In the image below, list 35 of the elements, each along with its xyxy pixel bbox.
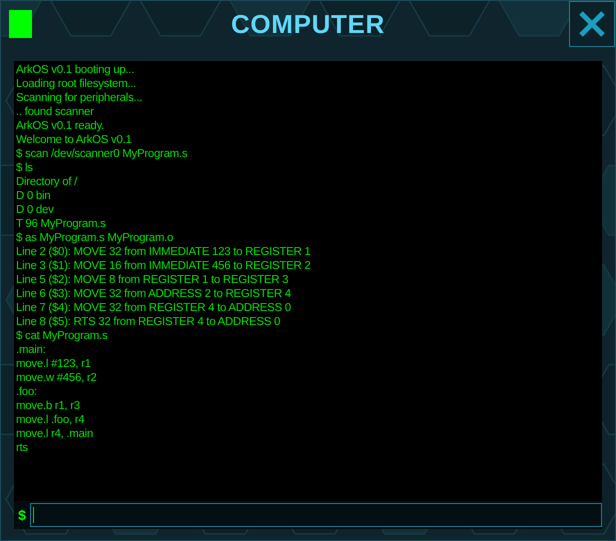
terminal-line: Line 8 ($5): RTS 32 from REGISTER 4 to ADDRESS 0 bbox=[16, 315, 282, 329]
terminal-line: Line 3 ($1): MOVE 16 from IMMEDIATE 456 to REGISTER 2 bbox=[16, 259, 312, 273]
terminal-line: Line 5 ($2): MOVE 8 from REGISTER 1 to REGISTER 3 bbox=[16, 273, 290, 287]
terminal-line: move.l .foo, r4 bbox=[16, 413, 86, 427]
terminal-line: ArkOS v0.1 ready. bbox=[16, 119, 106, 133]
terminal-line: .foo: bbox=[16, 385, 38, 399]
terminal-line: $ ls bbox=[16, 161, 34, 175]
terminal-line: Line 7 ($4): MOVE 32 from REGISTER 4 to ADDRESS 0 bbox=[16, 301, 292, 315]
terminal-line: move.l #123, r1 bbox=[16, 357, 92, 371]
terminal-line: $ cat MyProgram.s bbox=[16, 329, 108, 343]
terminal-line: T 96 MyProgram.s bbox=[16, 217, 107, 231]
terminal-line: ArkOS v0.1 booting up... bbox=[16, 63, 136, 77]
close-button[interactable] bbox=[569, 1, 615, 47]
terminal-line: Loading root filesystem... bbox=[16, 77, 138, 91]
terminal-line: move.w #456, r2 bbox=[16, 371, 98, 385]
terminal-line: .. found scanner bbox=[16, 105, 95, 119]
command-input[interactable] bbox=[30, 503, 602, 527]
close-icon bbox=[577, 9, 607, 39]
terminal-line: Scanning for peripherals... bbox=[16, 91, 144, 105]
text-cursor bbox=[33, 507, 34, 523]
terminal-line: $ scan /dev/scanner0 MyProgram.s bbox=[16, 147, 188, 161]
terminal-line: D 0 bin bbox=[16, 189, 52, 203]
terminal-line: Line 2 ($0): MOVE 32 from IMMEDIATE 123 to REGISTER 1 bbox=[16, 245, 312, 259]
terminal-line: rts bbox=[16, 441, 29, 455]
terminal-line: D 0 dev bbox=[16, 203, 55, 217]
prompt-symbol: $ bbox=[17, 506, 27, 524]
terminal-line: Directory of / bbox=[16, 175, 78, 189]
terminal-line: Welcome to ArkOS v0.1 bbox=[16, 133, 133, 147]
status-indicator bbox=[9, 10, 32, 38]
terminal-line: $ as MyProgram.s MyProgram.o bbox=[16, 231, 174, 245]
terminal-line: Line 6 ($3): MOVE 32 from ADDRESS 2 to REGISTER 4 bbox=[16, 287, 292, 301]
terminal-line: move.l r4, .main bbox=[16, 427, 94, 441]
window-title: COMPUTER bbox=[231, 8, 385, 40]
terminal-line: move.b r1, r3 bbox=[16, 399, 81, 413]
terminal-line: .main: bbox=[16, 343, 47, 357]
